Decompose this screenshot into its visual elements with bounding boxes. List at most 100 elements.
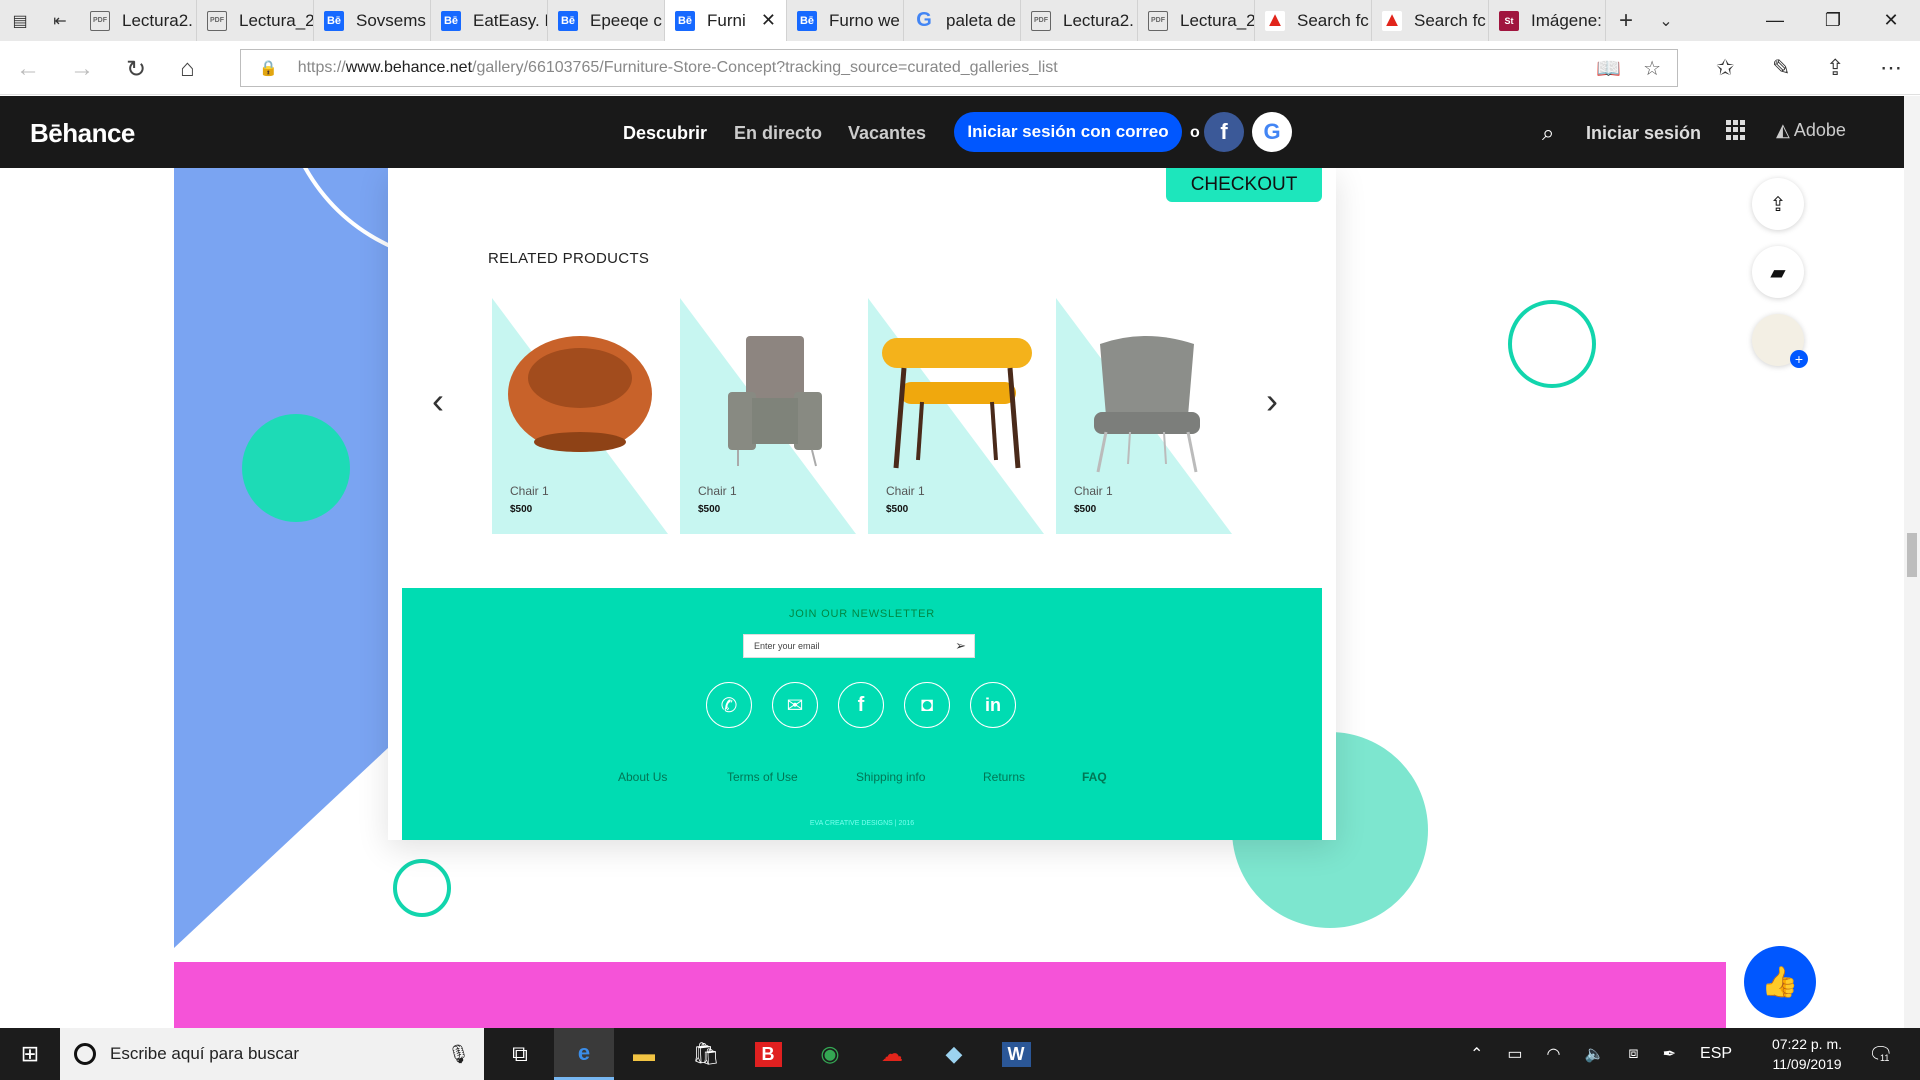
tab-label: Lectura2. [122,10,193,30]
instagram-icon[interactable]: ◘ [904,682,950,728]
taskbar-search[interactable]: Escribe aquí para buscar 🎙 [60,1028,484,1080]
back-arrow-icon[interactable]: ← [16,55,40,83]
nav-vacantes[interactable]: Vacantes [848,123,926,144]
battery-icon[interactable]: ▭ [1507,1044,1522,1064]
browser-tab[interactable]: Bē Furno we [787,0,904,41]
search-icon[interactable]: ⌕ [1542,120,1554,146]
footer-link-returns[interactable]: Returns [983,770,1025,784]
nav-en-directo[interactable]: En directo [734,123,822,144]
browser-tab-active[interactable]: Bē Furni ✕ [665,0,787,41]
minimize-icon[interactable]: — [1746,0,1804,41]
restore-icon[interactable]: ❐ [1804,0,1862,41]
follow-plus-icon[interactable]: + [1790,350,1808,368]
tab-actions-icon[interactable]: ▤ [0,0,40,41]
signin-email-button[interactable]: Iniciar sesión con correo [954,112,1182,152]
mail-icon[interactable]: ✉ [772,682,818,728]
browser-tab[interactable]: PDF Lectura2. [80,0,197,41]
product-card[interactable]: Chair 1 $500 [680,298,856,534]
show-hidden-icon[interactable]: ⌃ [1470,1044,1483,1064]
microphone-icon[interactable]: 🎙 [447,1044,470,1065]
share-project-icon[interactable]: ⇪ [1752,178,1804,230]
dropbox-icon[interactable]: ⧈ [1628,1045,1638,1063]
close-window-icon[interactable]: ✕ [1862,0,1920,41]
login-link[interactable]: Iniciar sesión [1586,123,1701,144]
forward-arrow-icon[interactable]: → [70,55,94,83]
appreciate-thumb-icon[interactable]: 👍 [1744,946,1816,1018]
favorite-star-icon[interactable]: ☆ [1643,50,1661,86]
facebook-login-icon[interactable]: f [1204,112,1244,152]
product-card[interactable]: Chair 1 $500 [1056,298,1232,534]
browser-tab[interactable]: PDF Lectura_2 [197,0,314,41]
creative-cloud-icon[interactable]: ☁ [862,1028,922,1080]
behance-logo[interactable]: Bēhance [30,118,135,149]
cortana-icon[interactable] [74,1043,96,1065]
browser-tab[interactable]: Bē EatEasy. F [431,0,548,41]
windows-start-icon[interactable]: ⊞ [0,1028,60,1080]
product-card[interactable]: Chair 1 $500 [868,298,1044,534]
browser-tab[interactable]: Bē Sovsems [314,0,431,41]
carousel-prev-icon[interactable]: ‹ [432,380,444,422]
footer-link-terms[interactable]: Terms of Use [727,770,798,784]
google-login-icon[interactable]: G [1252,112,1292,152]
chrome-icon[interactable]: ◉ [800,1028,860,1080]
nav-descubrir[interactable]: Descubrir [623,123,707,144]
apps-grid-icon[interactable] [1726,120,1746,140]
close-tab-icon[interactable]: ✕ [761,10,776,31]
scrollbar-thumb[interactable] [1907,533,1917,577]
save-folder-icon[interactable]: ▰ [1752,246,1804,298]
refresh-icon[interactable]: ↻ [126,55,146,84]
linkedin-icon[interactable]: in [970,682,1016,728]
reading-view-icon[interactable]: 📖 [1596,50,1621,86]
wifi-icon[interactable]: ◠ [1547,1044,1561,1064]
newsletter-email-input[interactable]: Enter your email ➢ [743,634,975,658]
avatar[interactable]: + [1752,314,1808,368]
adobe-icon: ▲ [1382,9,1402,31]
share-icon[interactable]: ⇪ [1826,55,1844,81]
footer-link-faq[interactable]: FAQ [1082,770,1107,784]
more-menu-icon[interactable]: ⋯ [1880,55,1902,81]
clock[interactable]: 07:22 p. m. 11/09/2019 [1764,1034,1850,1074]
page-scrollbar[interactable] [1904,96,1920,1028]
phone-icon[interactable]: ✆ [706,682,752,728]
browser-tab[interactable]: Bē Epeeqe c [548,0,665,41]
send-icon[interactable]: ➢ [955,638,966,654]
product-card[interactable]: Chair 1 $500 [492,298,668,534]
behance-icon: Bē [324,10,344,31]
tab-label: Imágene: [1531,10,1602,30]
browser-tab[interactable]: PDF Lectura_2 [1138,0,1255,41]
app-folder-icon[interactable]: ◆ [924,1028,984,1080]
notifications-icon[interactable]: 🗨11 [1868,1042,1893,1067]
facebook-icon[interactable]: f [838,682,884,728]
browser-tab[interactable]: St Imágene: [1489,0,1606,41]
carousel-next-icon[interactable]: › [1266,380,1278,422]
volume-icon[interactable]: 🔈 [1585,1044,1605,1064]
browser-tab[interactable]: ▲ Search fc [1255,0,1372,41]
browser-tab[interactable]: Gpaleta de [904,0,1021,41]
footer-link-about[interactable]: About Us [618,770,667,784]
browser-tab-strip: ▤ ⇤ PDF Lectura2. PDF Lectura_2 Bē Sovsems … [0,0,1920,41]
set-aside-tabs-icon[interactable]: ⇤ [40,0,80,41]
word-icon[interactable]: W [986,1028,1046,1080]
url-field[interactable]: 🔒 https://www.behance.net/gallery/661037… [240,49,1678,87]
product-price: $500 [886,504,909,515]
product-price: $500 [1074,504,1097,515]
app-b-icon[interactable]: B [738,1028,798,1080]
task-view-icon[interactable]: ⧉ [490,1028,550,1080]
pen-workspace-icon[interactable]: ✒ [1663,1044,1676,1064]
file-explorer-icon[interactable]: ▬ [614,1028,674,1080]
edge-icon[interactable]: e [554,1028,614,1080]
store-icon[interactable]: 🛍 [676,1028,736,1080]
browser-tab[interactable]: PDF Lectura2. [1021,0,1138,41]
checkout-button[interactable]: CHECKOUT [1166,168,1322,202]
adobe-logo[interactable]: ◭ Adobe [1776,120,1846,141]
footer-link-shipping[interactable]: Shipping info [856,770,925,784]
home-icon[interactable]: ⌂ [180,55,195,83]
tab-preview-chevron-icon[interactable]: ⌄ [1646,0,1686,41]
browser-tab[interactable]: ▲ Search fc [1372,0,1489,41]
pen-icon[interactable]: ✎ [1772,55,1790,81]
lock-icon: 🔒 [259,60,278,77]
favorites-list-icon[interactable]: ✩ [1716,55,1734,81]
language-indicator[interactable]: ESP [1700,1045,1732,1063]
new-tab-icon[interactable]: + [1606,0,1646,41]
clock-time: 07:22 p. m. [1771,1036,1843,1052]
